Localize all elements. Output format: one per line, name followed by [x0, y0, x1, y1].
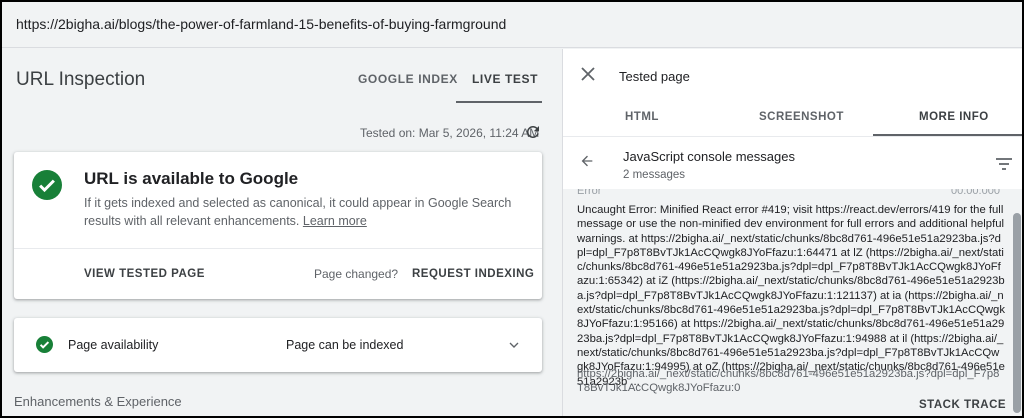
inspected-url: https://2bigha.ai/blogs/the-power-of-far…: [16, 16, 507, 32]
availability-summary-card: URL is available to Google If it gets in…: [14, 152, 542, 299]
filter-icon[interactable]: [995, 157, 1013, 171]
tab-google-index[interactable]: GOOGLE INDEX: [358, 72, 458, 86]
refresh-icon[interactable]: [524, 123, 542, 141]
tab-more-info[interactable]: MORE INFO: [919, 111, 989, 123]
check-circle-icon: [32, 170, 62, 200]
availability-status-title: URL is available to Google: [84, 169, 299, 188]
scrollbar[interactable]: [1013, 213, 1021, 413]
url-inspection-panel: URL Inspection GOOGLE INDEX LIVE TEST Te…: [2, 49, 562, 416]
tab-html[interactable]: HTML: [625, 111, 659, 123]
page-availability-row[interactable]: Page availability Page can be indexed: [14, 318, 542, 372]
tested-page-title: Tested page: [619, 69, 690, 84]
tab-screenshot[interactable]: SCREENSHOT: [759, 111, 844, 123]
availability-description: If it gets indexed and selected as canon…: [84, 196, 512, 228]
console-message-source[interactable]: https://2bigha.ai/_next/static/chunks/8b…: [577, 367, 1005, 395]
message-timestamp: 00:00:000: [951, 189, 1000, 197]
page-availability-value: Page can be indexed: [286, 338, 404, 352]
close-icon[interactable]: [581, 67, 595, 81]
tested-on-timestamp: Tested on: Mar 5, 2026, 11:24 AM: [360, 126, 540, 140]
enhancements-heading: Enhancements & Experience: [14, 394, 182, 409]
active-tab-indicator: [456, 101, 542, 103]
chevron-down-icon[interactable]: [506, 337, 522, 353]
check-circle-icon: [36, 336, 53, 353]
learn-more-link[interactable]: Learn more: [303, 214, 367, 228]
tested-page-panel: Tested page HTML SCREENSHOT MORE INFO Ja…: [562, 49, 1022, 416]
page-title: URL Inspection: [16, 69, 146, 90]
back-arrow-icon[interactable]: [579, 153, 595, 169]
inspected-url-bar[interactable]: https://2bigha.ai/blogs/the-power-of-far…: [2, 2, 1022, 48]
request-indexing-button[interactable]: REQUEST INDEXING: [412, 268, 534, 280]
console-messages-title: JavaScript console messages: [623, 149, 795, 164]
app-frame: https://2bigha.ai/blogs/the-power-of-far…: [2, 2, 1022, 416]
console-message-list: Error 00:00:000 Uncaught Error: Minified…: [563, 189, 1022, 416]
console-error-message: Uncaught Error: Minified React error #41…: [577, 204, 1005, 388]
console-messages-count: 2 messages: [623, 169, 686, 181]
message-level-label: Error: [577, 189, 602, 197]
stack-trace-button[interactable]: STACK TRACE: [919, 399, 1006, 411]
page-availability-label: Page availability: [68, 338, 159, 352]
console-messages-header: JavaScript console messages 2 messages: [563, 137, 1022, 189]
card-divider: [14, 248, 542, 249]
page-changed-label: Page changed?: [314, 267, 399, 281]
view-tested-page-button[interactable]: VIEW TESTED PAGE: [84, 268, 205, 280]
tab-live-test[interactable]: LIVE TEST: [472, 72, 538, 86]
